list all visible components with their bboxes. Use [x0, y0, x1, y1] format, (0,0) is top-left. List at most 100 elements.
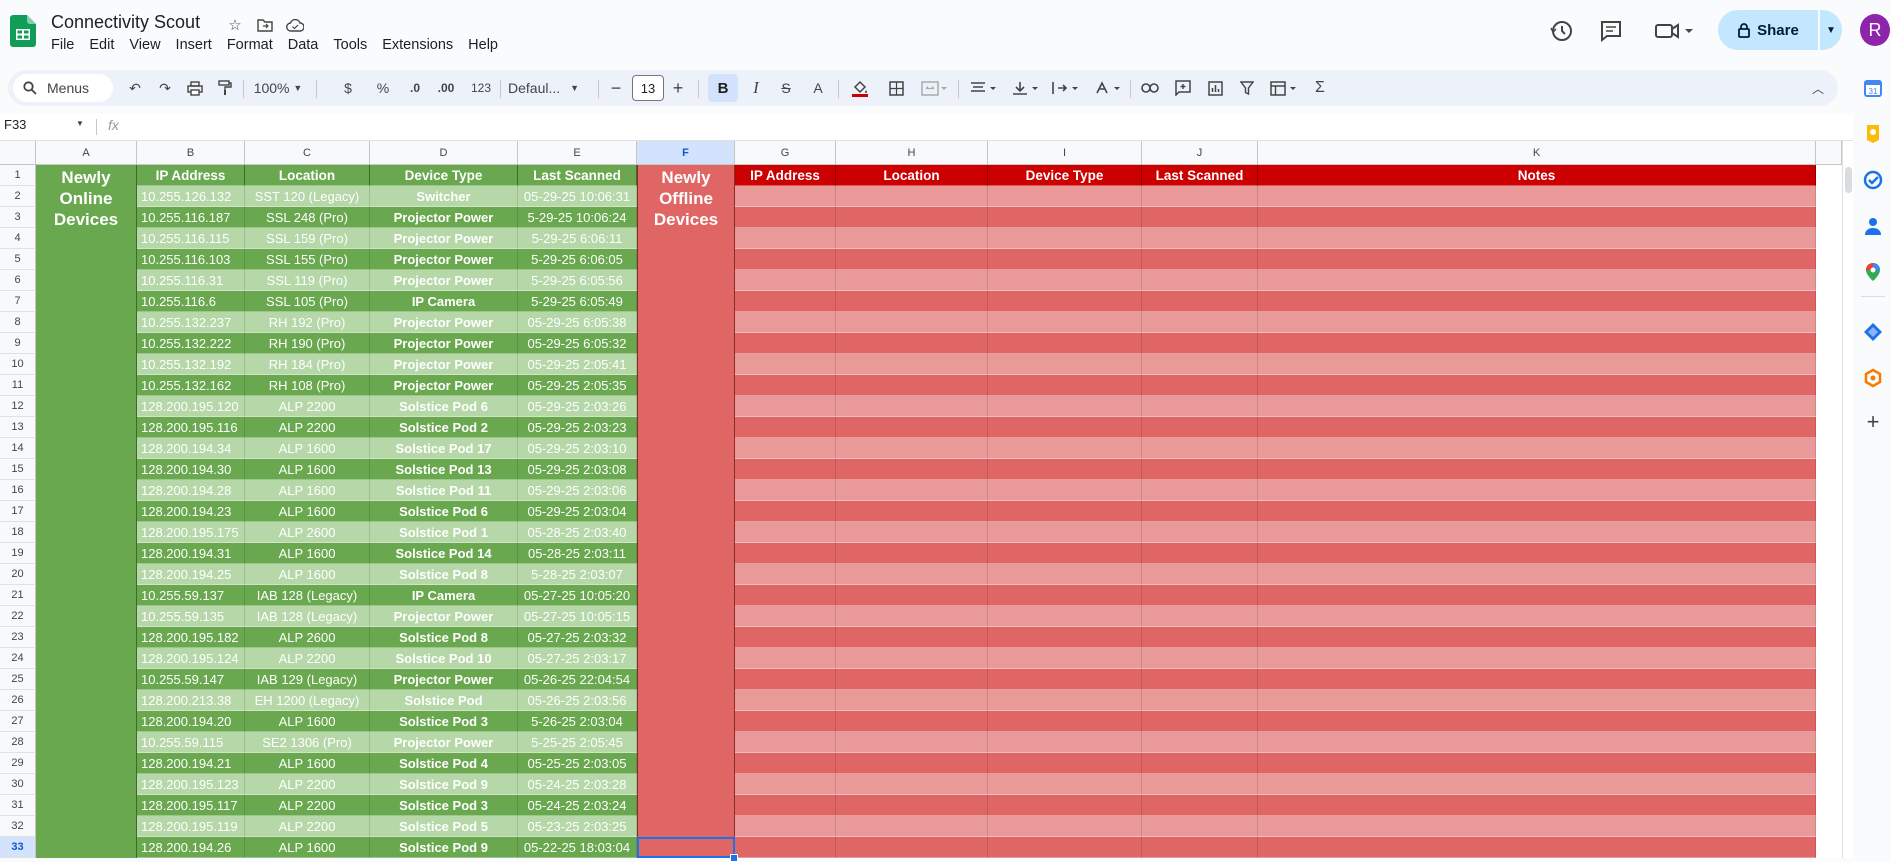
addon-diamond-icon[interactable]: [1863, 322, 1883, 342]
contacts-icon[interactable]: [1863, 216, 1883, 236]
last-scanned-cell[interactable]: 05-29-25 10:06:31: [518, 186, 637, 207]
comments-icon[interactable]: [1598, 18, 1624, 44]
offline-empty-cell[interactable]: [735, 816, 836, 837]
borders-icon[interactable]: [884, 76, 908, 100]
search-menus-button[interactable]: Menus: [13, 74, 113, 102]
offline-empty-cell[interactable]: [735, 606, 836, 627]
offline-empty-cell[interactable]: [1258, 774, 1816, 795]
ip-address-cell[interactable]: 10.255.132.222: [137, 333, 245, 354]
device-type-cell[interactable]: Solstice Pod: [370, 690, 518, 711]
offline-empty-cell[interactable]: [988, 711, 1142, 732]
offline-empty-cell[interactable]: [988, 375, 1142, 396]
offline-empty-cell[interactable]: [988, 648, 1142, 669]
offline-empty-cell[interactable]: [988, 291, 1142, 312]
offline-header-last-scanned[interactable]: Last Scanned: [1142, 165, 1258, 186]
meet-video-icon[interactable]: [1652, 18, 1696, 44]
last-scanned-cell[interactable]: 05-29-25 2:03:26: [518, 396, 637, 417]
row-header-30[interactable]: 30: [0, 774, 36, 795]
column-header-j[interactable]: J: [1142, 141, 1258, 165]
location-cell[interactable]: ALP 2200: [245, 795, 370, 816]
device-type-cell[interactable]: Solstice Pod 13: [370, 459, 518, 480]
offline-empty-cell[interactable]: [988, 795, 1142, 816]
row-header-29[interactable]: 29: [0, 753, 36, 774]
ip-address-cell[interactable]: 10.255.59.135: [137, 606, 245, 627]
row-header-3[interactable]: 3: [0, 207, 36, 228]
location-cell[interactable]: ALP 1600: [245, 501, 370, 522]
offline-empty-cell[interactable]: [836, 270, 988, 291]
device-type-cell[interactable]: IP Camera: [370, 291, 518, 312]
row-header-17[interactable]: 17: [0, 501, 36, 522]
offline-empty-cell[interactable]: [1142, 795, 1258, 816]
offline-empty-cell[interactable]: [988, 669, 1142, 690]
location-cell[interactable]: ALP 1600: [245, 438, 370, 459]
offline-empty-cell[interactable]: [836, 564, 988, 585]
row-header-31[interactable]: 31: [0, 795, 36, 816]
last-scanned-cell[interactable]: 5-29-25 6:05:49: [518, 291, 637, 312]
offline-empty-cell[interactable]: [1142, 543, 1258, 564]
offline-empty-cell[interactable]: [988, 228, 1142, 249]
offline-empty-cell[interactable]: [836, 732, 988, 753]
offline-empty-cell[interactable]: [988, 732, 1142, 753]
undo-icon[interactable]: ↶: [123, 76, 147, 100]
row-header-11[interactable]: 11: [0, 375, 36, 396]
ip-address-cell[interactable]: 10.255.132.162: [137, 375, 245, 396]
offline-empty-cell[interactable]: [988, 585, 1142, 606]
last-scanned-cell[interactable]: 05-27-25 2:03:17: [518, 648, 637, 669]
offline-header-notes[interactable]: Notes: [1258, 165, 1816, 186]
offline-empty-cell[interactable]: [836, 333, 988, 354]
offline-empty-cell[interactable]: [988, 312, 1142, 333]
fill-handle[interactable]: [730, 854, 738, 862]
ip-address-cell[interactable]: 128.200.195.116: [137, 417, 245, 438]
offline-header-ip-address[interactable]: IP Address: [735, 165, 836, 186]
ip-address-cell[interactable]: 10.255.116.31: [137, 270, 245, 291]
row-header-8[interactable]: 8: [0, 312, 36, 333]
last-scanned-cell[interactable]: 05-29-25 6:05:32: [518, 333, 637, 354]
offline-empty-cell[interactable]: [1142, 564, 1258, 585]
ip-address-cell[interactable]: 128.200.195.120: [137, 396, 245, 417]
offline-empty-cell[interactable]: [1258, 564, 1816, 585]
device-type-cell[interactable]: Projector Power: [370, 354, 518, 375]
offline-empty-cell[interactable]: [1142, 753, 1258, 774]
offline-empty-cell[interactable]: [836, 816, 988, 837]
filter-views-icon[interactable]: [1266, 76, 1302, 100]
offline-title-cell[interactable]: Newly Offline Devices: [637, 165, 735, 858]
offline-empty-cell[interactable]: [1258, 438, 1816, 459]
sheets-logo-icon[interactable]: [10, 15, 36, 47]
offline-empty-cell[interactable]: [988, 522, 1142, 543]
last-scanned-cell[interactable]: 05-22-25 18:03:04: [518, 837, 637, 858]
offline-empty-cell[interactable]: [1142, 480, 1258, 501]
menu-extensions[interactable]: Extensions: [382, 37, 460, 53]
italic-button[interactable]: I: [746, 76, 766, 100]
maps-icon[interactable]: [1863, 262, 1883, 282]
device-type-cell[interactable]: Projector Power: [370, 333, 518, 354]
row-header-15[interactable]: 15: [0, 459, 36, 480]
offline-empty-cell[interactable]: [988, 753, 1142, 774]
offline-empty-cell[interactable]: [1258, 753, 1816, 774]
text-color-button[interactable]: A: [808, 76, 828, 100]
offline-empty-cell[interactable]: [735, 249, 836, 270]
offline-empty-cell[interactable]: [988, 438, 1142, 459]
online-header-location[interactable]: Location: [245, 165, 370, 186]
last-scanned-cell[interactable]: 5-29-25 10:06:24: [518, 207, 637, 228]
row-header-23[interactable]: 23: [0, 627, 36, 648]
offline-empty-cell[interactable]: [836, 354, 988, 375]
offline-empty-cell[interactable]: [1258, 732, 1816, 753]
location-cell[interactable]: SST 120 (Legacy): [245, 186, 370, 207]
insert-link-icon[interactable]: [1138, 76, 1162, 100]
location-cell[interactable]: SSL 105 (Pro): [245, 291, 370, 312]
ip-address-cell[interactable]: 10.255.59.115: [137, 732, 245, 753]
offline-empty-cell[interactable]: [988, 333, 1142, 354]
location-cell[interactable]: ALP 2200: [245, 774, 370, 795]
offline-empty-cell[interactable]: [735, 186, 836, 207]
device-type-cell[interactable]: Solstice Pod 8: [370, 564, 518, 585]
offline-empty-cell[interactable]: [1142, 207, 1258, 228]
offline-empty-cell[interactable]: [836, 207, 988, 228]
offline-empty-cell[interactable]: [1142, 627, 1258, 648]
row-header-5[interactable]: 5: [0, 249, 36, 270]
row-header-19[interactable]: 19: [0, 543, 36, 564]
offline-empty-cell[interactable]: [1142, 669, 1258, 690]
addon-orange-icon[interactable]: [1863, 368, 1883, 388]
ip-address-cell[interactable]: 128.200.213.38: [137, 690, 245, 711]
offline-empty-cell[interactable]: [988, 417, 1142, 438]
column-header-b[interactable]: B: [137, 141, 245, 165]
